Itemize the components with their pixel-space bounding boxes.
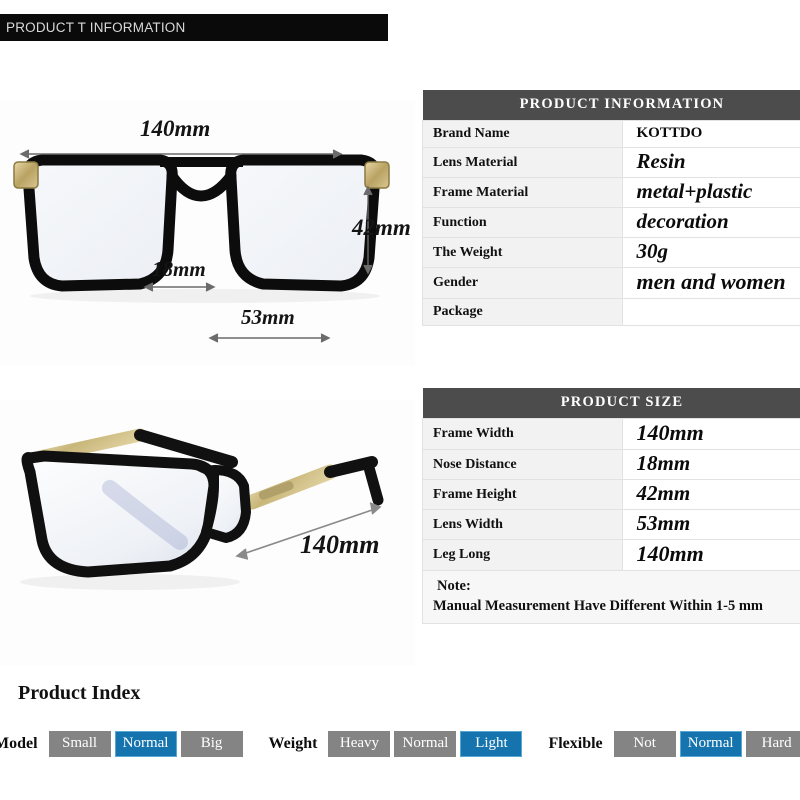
row-label-leg-long: Leg Long	[422, 539, 623, 571]
row-value-the-weight: 30g	[621, 237, 800, 268]
row-value-brand-name: KOTTDO	[621, 120, 800, 148]
product-detail-page: PRODUCT T INFORMATION 140mm 42mm 18mm 53…	[0, 0, 800, 800]
row-label-function: Function	[422, 207, 623, 238]
dimension-label-leg-long: 140mm	[300, 530, 380, 559]
index-option-weight-light[interactable]: Light	[460, 731, 523, 757]
table-row: Package	[422, 298, 800, 326]
table-row: Gender men and women	[422, 267, 800, 299]
index-group-model: Model Small Normal Big	[0, 731, 243, 757]
page-header-bar: PRODUCT T INFORMATION	[0, 14, 388, 41]
dimension-label-frame-height: 42mm	[352, 215, 411, 240]
table-row: Lens Width 53mm	[422, 509, 800, 540]
row-value-nose-distance: 18mm	[621, 449, 800, 480]
index-option-model-normal[interactable]: Normal	[114, 731, 177, 757]
index-option-flexible-hard[interactable]: Hard	[745, 731, 800, 757]
dimension-label-lens-width: 53mm	[241, 305, 295, 329]
product-size-table-header: PRODUCT SIZE	[422, 388, 800, 419]
index-option-flexible-normal[interactable]: Normal	[679, 731, 742, 757]
row-value-gender: men and women	[621, 267, 800, 299]
index-option-flexible-not[interactable]: Not	[613, 731, 676, 757]
index-group-flexible: Flexible Not Normal Hard	[548, 731, 800, 757]
measurement-note: Note: Manual Measurement Have Different …	[422, 569, 800, 625]
row-label-frame-height: Frame Height	[422, 479, 623, 510]
dimension-label-nose-distance: 18mm	[152, 257, 206, 281]
row-value-lens-material: Resin	[621, 147, 800, 178]
product-index-title: Product Index	[18, 682, 141, 704]
table-row: Leg Long 140mm	[422, 539, 800, 571]
table-row: Function decoration	[422, 207, 800, 238]
row-label-nose-distance: Nose Distance	[422, 449, 623, 480]
row-label-lens-material: Lens Material	[422, 147, 623, 178]
dimension-label-frame-width: 140mm	[140, 116, 211, 141]
product-information-table-header: PRODUCT INFORMATION	[422, 90, 800, 121]
table-row: Frame Width 140mm	[422, 418, 800, 450]
index-group-label-model: Model	[0, 735, 38, 752]
row-value-frame-material: metal+plastic	[621, 177, 800, 208]
index-group-label-weight: Weight	[268, 735, 318, 752]
row-value-frame-height: 42mm	[621, 479, 800, 510]
row-label-lens-width: Lens Width	[422, 509, 623, 540]
table-row: Frame Material metal+plastic	[422, 177, 800, 208]
table-row: The Weight 30g	[422, 237, 800, 268]
product-information-header-label: PRODUCT INFORMATION	[422, 90, 800, 121]
index-option-weight-normal[interactable]: Normal	[394, 731, 457, 757]
note-body: Manual Measurement Have Different Within…	[433, 597, 763, 614]
row-label-frame-material: Frame Material	[422, 177, 623, 208]
page-title: PRODUCT T INFORMATION	[6, 20, 186, 35]
index-option-model-big[interactable]: Big	[180, 731, 243, 757]
row-label-gender: Gender	[422, 267, 623, 299]
eyeglasses-front-view-photo: 140mm 42mm 18mm 53mm	[0, 100, 415, 365]
table-row: Nose Distance 18mm	[422, 449, 800, 480]
product-size-header-label: PRODUCT SIZE	[422, 388, 800, 419]
table-row: Brand Name KOTTDO	[422, 120, 800, 148]
row-value-lens-width: 53mm	[621, 509, 800, 540]
row-value-function: decoration	[621, 207, 800, 238]
row-label-frame-width: Frame Width	[422, 418, 623, 450]
row-value-package	[621, 298, 800, 326]
row-label-package: Package	[422, 298, 623, 326]
index-option-weight-heavy[interactable]: Heavy	[328, 731, 391, 757]
product-index-row: Model Small Normal Big Weight Heavy Norm…	[0, 731, 800, 757]
row-label-the-weight: The Weight	[422, 237, 623, 268]
eyeglasses-angled-view-photo: 140mm	[0, 400, 415, 665]
row-label-brand-name: Brand Name	[422, 120, 623, 148]
table-row-note: Note: Manual Measurement Have Different …	[422, 569, 800, 625]
index-group-weight: Weight Heavy Normal Light	[269, 731, 523, 757]
product-size-table: PRODUCT SIZE Frame Width 140mm Nose Dist…	[422, 388, 800, 625]
row-value-frame-width: 140mm	[621, 418, 800, 450]
table-row: Lens Material Resin	[422, 147, 800, 178]
index-group-label-flexible: Flexible	[548, 735, 603, 752]
product-information-table: PRODUCT INFORMATION Brand Name KOTTDO Le…	[422, 90, 800, 326]
table-row: Frame Height 42mm	[422, 479, 800, 510]
note-heading: Note:	[437, 578, 471, 594]
index-option-model-small[interactable]: Small	[48, 731, 111, 757]
row-value-leg-long: 140mm	[621, 539, 800, 571]
